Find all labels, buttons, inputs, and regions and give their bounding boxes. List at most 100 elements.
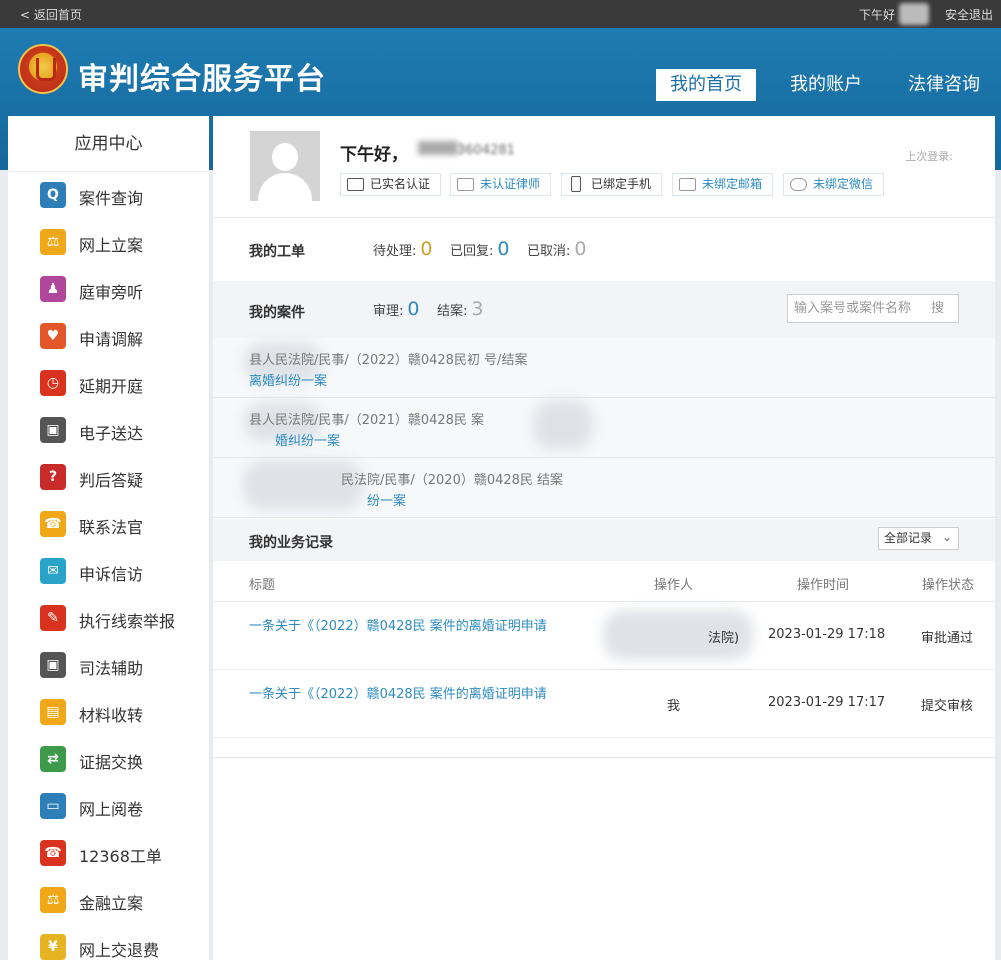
question-icon: ? [40,464,66,490]
sidebar-item-label: 案件查询 [79,189,144,208]
sidebar-item-label: 12368工单 [79,847,162,866]
sidebar-item-label: 申诉信访 [79,565,144,584]
stat-value: 0 [407,298,420,320]
badge-phone[interactable]: 已绑定手机 [561,173,663,196]
clock-icon: ◷ [40,370,66,396]
badge-label: 已绑定手机 [591,177,652,191]
sidebar-item-label: 执行线索举报 [79,612,176,631]
topbar-user-blurred [899,3,929,25]
sidebar-item-label: 联系法官 [79,518,144,537]
badge-email[interactable]: 未绑定邮箱 [672,173,774,196]
camera-icon: ▣ [40,652,66,678]
sidebar-item[interactable]: ▣ 司法辅助 [8,642,209,689]
app-center-sidebar: 应用中心 Q 案件查询 ⚖ 网上立案 ♟ 庭审旁听 ♥ 申请调解 ◷ 延期开庭 ▣ 电子送达 ? 判后答疑… [8,116,209,960]
id-card-icon [347,178,364,191]
sidebar-list: Q 案件查询 ⚖ 网上立案 ♟ 庭审旁听 ♥ 申请调解 ◷ 延期开庭 ▣ 电子送达? 判后答疑 ☎ 联系法官… [8,172,209,960]
records-filter-select[interactable]: 全部记录 ⌄ [878,527,959,550]
sidebar-item-label: 材料收转 [79,706,144,725]
sidebar-item[interactable]: ⚖ 金融立案 [8,877,209,924]
sidebar-item-label: 申请调解 [79,330,144,349]
sidebar-item[interactable]: ▣ 电子送达 [8,407,209,454]
stat-label: 已回复: [450,244,494,259]
nav-account[interactable]: 我的账户 [776,69,876,101]
sidebar-item[interactable]: ¥ 网上交退费 [8,924,209,960]
topbar-greeting: 下午好 [858,8,895,22]
table-row: 一条关于《（2022）赣0428民 案件的离婚证明申请 我 2023-01-29… [213,670,995,738]
case-row[interactable]: 县人民法院/民事/（2022）赣0428民初 号/结案 离婚纠纷一案 [213,338,995,398]
nav-home[interactable]: 我的首页 [656,69,756,101]
sidebar-item-label: 金融立案 [79,894,144,913]
exchange-icon: ⇄ [40,746,66,772]
record-title-link[interactable]: 一条关于《（2022）赣0428民 案件的离婚证明申请 [249,683,599,706]
sidebar-item[interactable]: ▭ 网上阅卷 [8,783,209,830]
back-home-link[interactable]: < 返回首页 [20,6,82,23]
stat-value: 0 [497,238,510,260]
stat-label: 审理: [373,304,404,319]
filter-value: 全部记录 [884,531,933,545]
coin-icon: ¥ [40,934,66,960]
mail-icon [679,178,696,191]
case-court-line[interactable]: 县人民法院/民事/（2021）赣0428民 案 [249,409,484,428]
pending-stat: 待处理: 0 [373,238,432,260]
sidebar-item[interactable]: ⚖ 网上立案 [8,219,209,266]
sidebar-title: 应用中心 [8,116,209,172]
sidebar-item[interactable]: ▤ 材料收转 [8,689,209,736]
trial-stat: 审理: 0 [373,298,419,320]
sidebar-item-label: 电子送达 [79,424,144,443]
case-title-link[interactable]: 婚纠纷一案 [275,430,340,449]
sidebar-item[interactable]: ? 判后答疑 [8,454,209,501]
folder-icon: ▤ [40,699,66,725]
search-button[interactable]: 搜 [931,295,944,322]
sidebar-item[interactable]: ☎ 联系法官 [8,501,209,548]
closed-stat: 结案: 3 [437,298,483,320]
badge-label: 已实名认证 [370,177,431,191]
badge-label: 未绑定微信 [813,177,874,191]
sidebar-item[interactable]: ◷ 延期开庭 [8,360,209,407]
sidebar-item[interactable]: ☎ 12368工单 [8,830,209,877]
sidebar-item[interactable]: ✎ 执行线索举报 [8,595,209,642]
phone-icon: ☎ [40,840,66,866]
table-row: 一条关于《（2022）赣0428民 案件的离婚证明申请 法院) 2023-01-… [213,602,995,670]
record-operator: 法院) [708,631,740,646]
case-court-line[interactable]: 县人民法院/民事/（2022）赣0428民初 号/结案 [249,349,527,368]
badge-label: 未绑定邮箱 [702,177,763,191]
sidebar-item-label: 延期开庭 [79,377,144,396]
monitor-icon: ▭ [40,793,66,819]
sidebar-item[interactable]: ✉ 申诉信访 [8,548,209,595]
case-row[interactable]: 县人民法院/民事/（2021）赣0428民 案 婚纠纷一案 [213,398,995,458]
badge-wechat[interactable]: 未绑定微信 [783,173,885,196]
badge-real-name[interactable]: 已实名认证 [340,173,442,196]
sidebar-item-label: 网上阅卷 [79,800,144,819]
nav-legal-consult[interactable]: 法律咨询 [894,69,994,101]
cases-title: 我的案件 [249,305,305,321]
sidebar-item-label: 网上交退费 [79,941,160,960]
case-court-line[interactable]: 民法院/民事/（2020）赣0428民 结案 [341,469,563,488]
case-title-link[interactable]: 离婚纠纷一案 [249,370,327,389]
sidebar-item[interactable]: ♟ 庭审旁听 [8,266,209,313]
main-panel: 下午好， 3604281 上次登录: 已实名认证 未认证律师 已绑定手机 未绑定… [213,116,995,960]
case-search-input[interactable]: 输入案号或案件名称 搜 [787,294,959,323]
phone-icon [571,176,581,192]
sidebar-item[interactable]: Q 案件查询 [8,172,209,219]
record-status: 审批通过 [921,631,974,646]
col-time: 操作时间 [797,578,850,593]
stat-label: 待处理: [373,244,417,259]
search-icon: Q [40,182,66,208]
site-title: 审判综合服务平台 [78,62,326,97]
divider [213,217,995,218]
record-title-link[interactable]: 一条关于《（2022）赣0428民 案件的离婚证明申请 [249,615,599,638]
col-operator: 操作人 [654,578,694,593]
sidebar-item-label: 网上立案 [79,236,144,255]
camera-icon: ▣ [40,417,66,443]
case-title-link[interactable]: 纷一案 [367,490,406,509]
sidebar-item[interactable]: ⇄ 证据交换 [8,736,209,783]
blurred-name [418,141,458,155]
last-login-label: 上次登录: [905,150,953,163]
logout-link[interactable]: 安全退出 [945,6,993,23]
report-icon: ✎ [40,605,66,631]
stat-value: 0 [420,238,433,260]
wechat-icon [790,178,807,191]
badge-lawyer[interactable]: 未认证律师 [450,173,552,196]
sidebar-item[interactable]: ♥ 申请调解 [8,313,209,360]
case-row[interactable]: 民法院/民事/（2020）赣0428民 结案 纷一案 [213,458,995,518]
